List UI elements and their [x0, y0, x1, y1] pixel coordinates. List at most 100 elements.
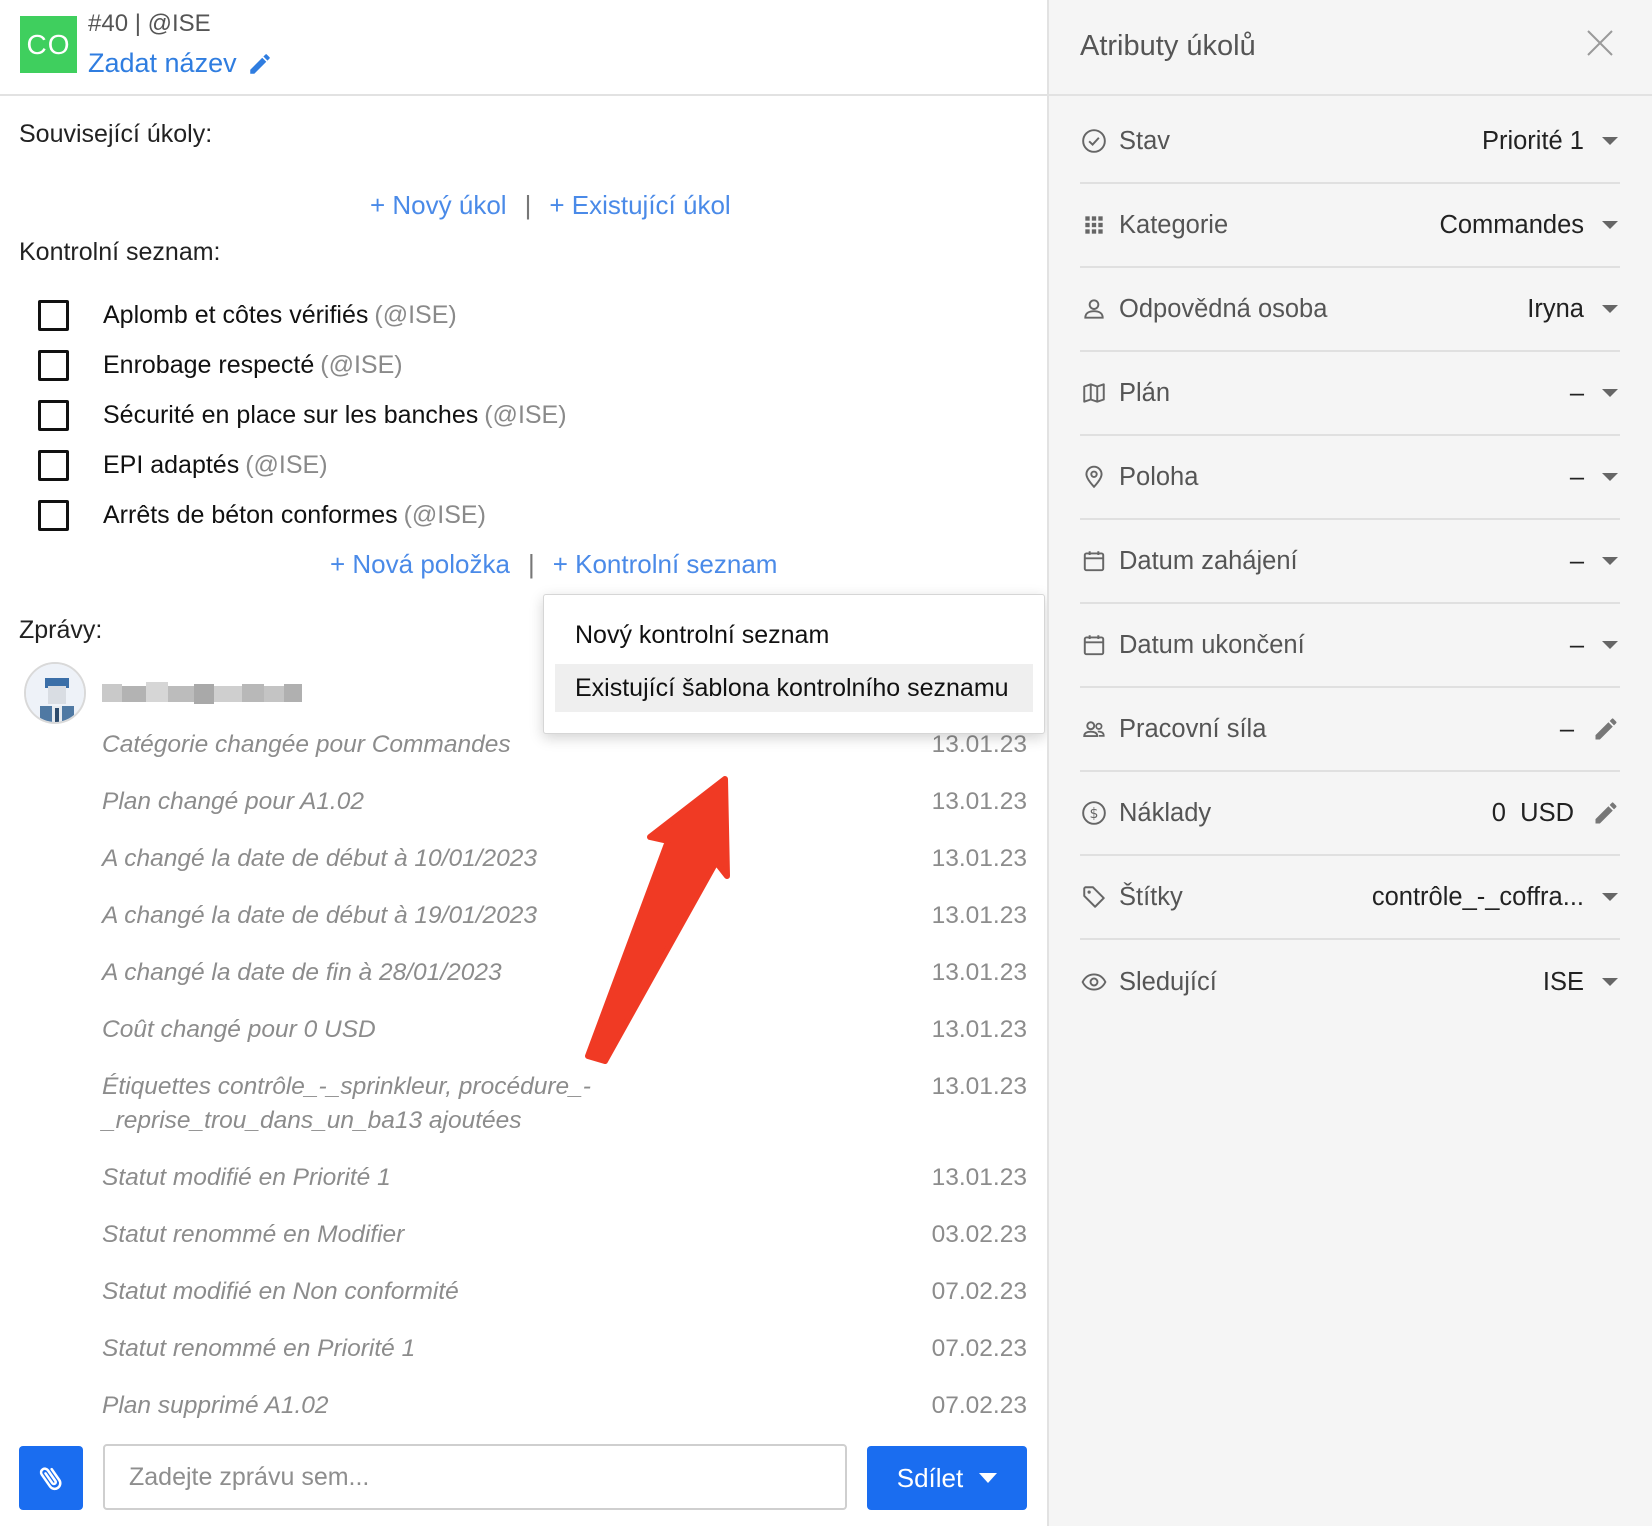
attribute-row-end-date[interactable]: Datum ukončení – — [1080, 604, 1620, 688]
attribute-value[interactable]: Priorité 1 — [1482, 127, 1584, 156]
message-row: Étiquettes contrôle_-_sprinkleur, procéd… — [102, 1070, 1027, 1138]
chevron-down-icon[interactable] — [1602, 557, 1618, 565]
checkbox[interactable] — [38, 449, 69, 481]
attribute-row-workforce[interactable]: Pracovní síla – — [1080, 688, 1620, 772]
message-row: Plan changé pour A1.02 13.01.23 — [102, 785, 1027, 819]
attribute-row-costs[interactable]: $ Náklady 0 USD — [1080, 772, 1620, 856]
chevron-down-icon[interactable] — [1602, 305, 1618, 313]
checklist-actions: + Nová položka | + Kontrolní seznam — [330, 549, 777, 580]
calendar-icon — [1080, 631, 1108, 659]
checklist-label: Kontrolní seznam: — [19, 238, 221, 266]
message-row: Statut modifié en Priorité 1 13.01.23 — [102, 1161, 1027, 1195]
chevron-down-icon[interactable] — [1602, 221, 1618, 229]
message-row: Plan supprimé A1.02 07.02.23 — [102, 1389, 1027, 1423]
checklist-item: Arrêts de béton conformes (@ISE) — [38, 490, 567, 540]
checklist-item-user: (@ISE) — [245, 450, 328, 479]
attribute-label: Odpovědná osoba — [1119, 294, 1328, 323]
attribute-value[interactable]: Commandes — [1439, 211, 1584, 240]
checkbox[interactable] — [38, 299, 69, 331]
new-task-link[interactable]: + Nový úkol — [370, 190, 507, 221]
chevron-down-icon[interactable] — [1602, 893, 1618, 901]
attribute-row-followers[interactable]: Sledující ISE — [1080, 940, 1620, 1024]
checklist-item-text: EPI adaptés — [103, 450, 240, 479]
share-button[interactable]: Sdílet — [867, 1446, 1027, 1510]
chevron-down-icon[interactable] — [1602, 641, 1618, 649]
attach-button[interactable] — [19, 1446, 83, 1510]
message-text: Plan changé pour A1.02 — [102, 788, 364, 815]
add-checklist-link[interactable]: + Kontrolní seznam — [553, 549, 778, 580]
attribute-label: Poloha — [1119, 462, 1199, 491]
attribute-label: Náklady — [1119, 798, 1212, 827]
chevron-down-icon[interactable] — [1602, 978, 1618, 986]
message-input[interactable] — [103, 1444, 847, 1510]
existing-task-link[interactable]: + Existující úkol — [549, 190, 730, 221]
attribute-value[interactable]: ISE — [1543, 968, 1584, 997]
share-button-label[interactable]: Sdílet — [897, 1463, 964, 1494]
close-icon[interactable] — [1585, 28, 1615, 58]
task-category-badge: CO — [20, 16, 77, 73]
attribute-row-responsible[interactable]: Odpovědná osoba Iryna — [1080, 268, 1620, 352]
separator: | — [524, 190, 532, 220]
blurred-author-name — [102, 682, 302, 704]
message-text: Étiquettes contrôle_-_sprinkleur, procéd… — [102, 1073, 591, 1134]
attribute-value[interactable]: – — [1570, 379, 1584, 408]
attribute-value[interactable]: contrôle_-_coffra... — [1372, 883, 1584, 912]
attribute-value[interactable]: Iryna — [1527, 295, 1584, 324]
paperclip-icon[interactable] — [36, 1463, 66, 1493]
attributes-header: Atributy úkolů — [1049, 0, 1652, 96]
task-detail-panel: CO #40 | @ISE Zadat název Související úk… — [0, 0, 1047, 1526]
checklist-item-user: (@ISE) — [484, 400, 567, 429]
new-item-link[interactable]: + Nová položka — [330, 549, 510, 580]
message-date: 13.01.23 — [931, 845, 1027, 872]
menu-item-existing-template[interactable]: Existující šablona kontrolního seznamu — [555, 664, 1033, 712]
checklist-item-text: Aplomb et côtes vérifiés — [103, 300, 369, 329]
separator: | — [527, 549, 535, 579]
avatar — [24, 662, 86, 724]
pencil-icon[interactable] — [1592, 715, 1620, 743]
task-title-edit[interactable]: Zadat název — [88, 48, 273, 79]
location-pin-icon — [1080, 463, 1108, 491]
attribute-label: Datum ukončení — [1119, 630, 1305, 659]
attribute-value[interactable]: – — [1570, 547, 1584, 576]
attribute-label: Štítky — [1119, 882, 1183, 911]
task-title-placeholder[interactable]: Zadat název — [88, 48, 237, 79]
message-text: Statut modifié en Non conformité — [102, 1278, 459, 1305]
checkbox[interactable] — [38, 499, 69, 531]
message-text: Plan supprimé A1.02 — [102, 1392, 329, 1419]
checklist-item: Enrobage respecté (@ISE) — [38, 340, 567, 390]
message-date: 13.01.23 — [931, 902, 1027, 929]
calendar-icon — [1080, 547, 1108, 575]
pencil-icon[interactable] — [1592, 799, 1620, 827]
attribute-row-tags[interactable]: Štítky contrôle_-_coffra... — [1080, 856, 1620, 940]
message-text: Coût changé pour 0 USD — [102, 1016, 376, 1043]
attribute-row-start-date[interactable]: Datum zahájení – — [1080, 520, 1620, 604]
dollar-icon: $ — [1080, 799, 1108, 827]
attribute-row-status[interactable]: Stav Priorité 1 — [1080, 100, 1620, 184]
pencil-icon[interactable] — [247, 51, 273, 77]
attribute-value[interactable]: – — [1570, 631, 1584, 660]
message-text: Statut modifié en Priorité 1 — [102, 1164, 391, 1191]
checklist-item-text: Arrêts de béton conformes — [103, 500, 398, 529]
message-date: 13.01.23 — [931, 959, 1027, 986]
attribute-value[interactable]: – — [1570, 463, 1584, 492]
menu-item-new-checklist[interactable]: Nový kontrolní seznam — [555, 611, 1033, 659]
message-text: A changé la date de début à 19/01/2023 — [102, 902, 538, 929]
attribute-value[interactable]: – — [1560, 715, 1574, 744]
attribute-row-plan[interactable]: Plán – — [1080, 352, 1620, 436]
chevron-down-icon[interactable] — [979, 1473, 998, 1483]
chevron-down-icon[interactable] — [1602, 473, 1618, 481]
checkbox[interactable] — [38, 349, 69, 381]
chevron-down-icon[interactable] — [1602, 389, 1618, 397]
attribute-row-location[interactable]: Poloha – — [1080, 436, 1620, 520]
message-composer: Sdílet — [0, 1442, 1047, 1526]
attribute-value[interactable]: 0 USD — [1492, 799, 1574, 828]
task-attributes-panel: Atributy úkolů Stav Priorité 1 Kategorie… — [1047, 0, 1652, 1526]
checklist: Aplomb et côtes vérifiés (@ISE) Enrobage… — [38, 290, 567, 540]
checklist-item: Aplomb et côtes vérifiés (@ISE) — [38, 290, 567, 340]
checkbox[interactable] — [38, 399, 69, 431]
attribute-label: Sledující — [1119, 967, 1217, 996]
message-row: Coût changé pour 0 USD 13.01.23 — [102, 1013, 1027, 1047]
message-row: A changé la date de début à 19/01/2023 13… — [102, 899, 1027, 933]
chevron-down-icon[interactable] — [1602, 137, 1618, 145]
attribute-row-category[interactable]: Kategorie Commandes — [1080, 184, 1620, 268]
